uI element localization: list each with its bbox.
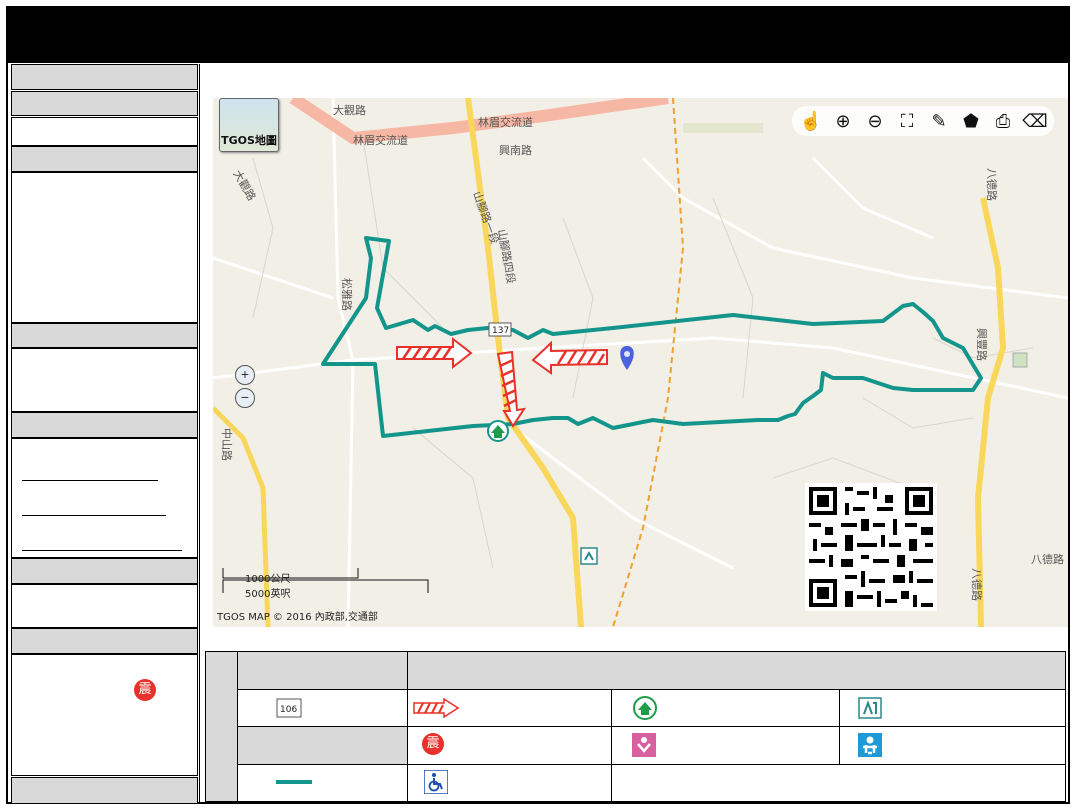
legend-cell-empty: [611, 763, 1066, 802]
scale-imperial: 5000英呎: [245, 589, 291, 600]
wheelchair-icon: [424, 769, 448, 794]
svg-text:大觀路: 大觀路: [230, 168, 259, 204]
earthquake-badge: 震: [134, 679, 156, 701]
print-icon[interactable]: ⎙: [990, 108, 1016, 134]
map-toolbar: ☝ ⊕ ⊖ ⛶ ✎ ⬟ ⎙ ⌫: [792, 106, 1054, 136]
green-area: [683, 123, 763, 133]
svg-text:興豐路: 興豐路: [975, 328, 988, 361]
sidebar-header-2: [11, 91, 198, 116]
baby-care-icon: [858, 733, 882, 757]
meeting-point-icon: [858, 696, 882, 719]
map-canvas: 大觀路 林眉交流道 林眉交流道 興南路 山腳路一段 山腳路四段 松雅路 大觀路 …: [213, 98, 1068, 627]
map-view[interactable]: 大觀路 林眉交流道 林眉交流道 興南路 山腳路一段 山腳路四段 松雅路 大觀路 …: [213, 98, 1068, 627]
legend-cell-arrow: [407, 688, 612, 727]
park-area: [1012, 352, 1028, 368]
sidebar-header-1: [11, 64, 198, 90]
svg-text:興南路: 興南路: [499, 144, 532, 157]
svg-text:八德路: 八德路: [985, 168, 999, 201]
title-bar: [8, 8, 1068, 63]
sidebar-field-2: [11, 172, 198, 323]
sidebar-field-1: [11, 117, 198, 146]
legend-cell-shelter: [611, 688, 840, 727]
svg-text:中山路: 中山路: [220, 428, 233, 461]
zoom-out-button[interactable]: −: [235, 388, 255, 408]
svg-text:八德路: 八德路: [1031, 552, 1064, 566]
legend-header-symbol: [237, 651, 408, 690]
sidebar-field-5: [11, 584, 198, 628]
legend-cell-grey: [237, 726, 408, 765]
legend-table: 106 震: [205, 651, 1066, 802]
blank-line-1: [22, 480, 158, 481]
sidebar: [11, 64, 199, 804]
poi-marker[interactable]: [580, 547, 598, 565]
zoom-in-icon[interactable]: ⊕: [830, 108, 856, 134]
nursing-room-icon: [632, 733, 656, 757]
boundary-line-icon: [276, 779, 312, 784]
svg-text:林眉交流道: 林眉交流道: [478, 115, 533, 129]
legend-cell-quake: 震: [407, 726, 612, 765]
shelter-icon: [633, 695, 657, 720]
route-shield-text: 106: [280, 705, 297, 715]
location-pin[interactable]: [620, 346, 634, 370]
legend-header-description: [407, 651, 1066, 690]
eraser-icon[interactable]: ⌫: [1022, 108, 1048, 134]
legend-side-label: [205, 651, 238, 802]
qr-code-image: [805, 483, 937, 611]
shelter-marker[interactable]: [487, 420, 509, 442]
evacuation-arrow-east: [396, 336, 473, 370]
scale-metric: 1000公尺: [245, 574, 291, 585]
zoom-out-icon[interactable]: ⊖: [862, 108, 888, 134]
svg-text:山腳路四段: 山腳路四段: [495, 228, 518, 285]
sidebar-header-5: [11, 412, 198, 438]
sidebar-header-3: [11, 146, 198, 172]
legend-cell-accessible: [407, 763, 612, 802]
sidebar-field-4: [11, 438, 198, 558]
sidebar-divider: [199, 64, 200, 804]
sidebar-header-8: [11, 777, 198, 804]
route-shield-icon: 106: [276, 698, 302, 717]
legend-cell-route: 106: [237, 688, 408, 727]
sidebar-field-3: [11, 348, 198, 412]
qr-code: [805, 483, 937, 611]
sidebar-field-6: [11, 654, 198, 776]
legend-cell-boundary: [237, 763, 408, 802]
pan-icon[interactable]: ☝: [798, 108, 824, 134]
tgos-logo-label: TGOS地圖: [221, 134, 277, 147]
svg-text:八德路: 八德路: [970, 568, 984, 601]
legend-cell-nursing: [611, 726, 840, 765]
draw-line-icon[interactable]: ✎: [926, 108, 952, 134]
svg-text:137: 137: [492, 326, 509, 336]
draw-area-icon[interactable]: ⬟: [958, 108, 984, 134]
earthquake-icon: 震: [422, 733, 444, 755]
map-credit: TGOS MAP © 2016 內政部,交通部: [217, 612, 378, 623]
legend-cell-baby: [839, 726, 1066, 765]
legend-cell-poi: [839, 688, 1066, 727]
zoom-in-button[interactable]: +: [235, 365, 255, 385]
svg-text:松雅路: 松雅路: [340, 278, 354, 311]
svg-text:林眉交流道: 林眉交流道: [353, 133, 408, 147]
svg-text:大觀路: 大觀路: [333, 103, 366, 117]
sidebar-header-4: [11, 323, 198, 348]
sidebar-header-6: [11, 558, 198, 584]
evacuation-arrow-icon: [413, 697, 460, 718]
blank-line-3: [22, 550, 182, 551]
blank-line-2: [22, 515, 166, 516]
tgos-logo[interactable]: TGOS地圖: [219, 98, 279, 152]
full-extent-icon[interactable]: ⛶: [894, 108, 920, 134]
sidebar-header-7: [11, 628, 198, 654]
